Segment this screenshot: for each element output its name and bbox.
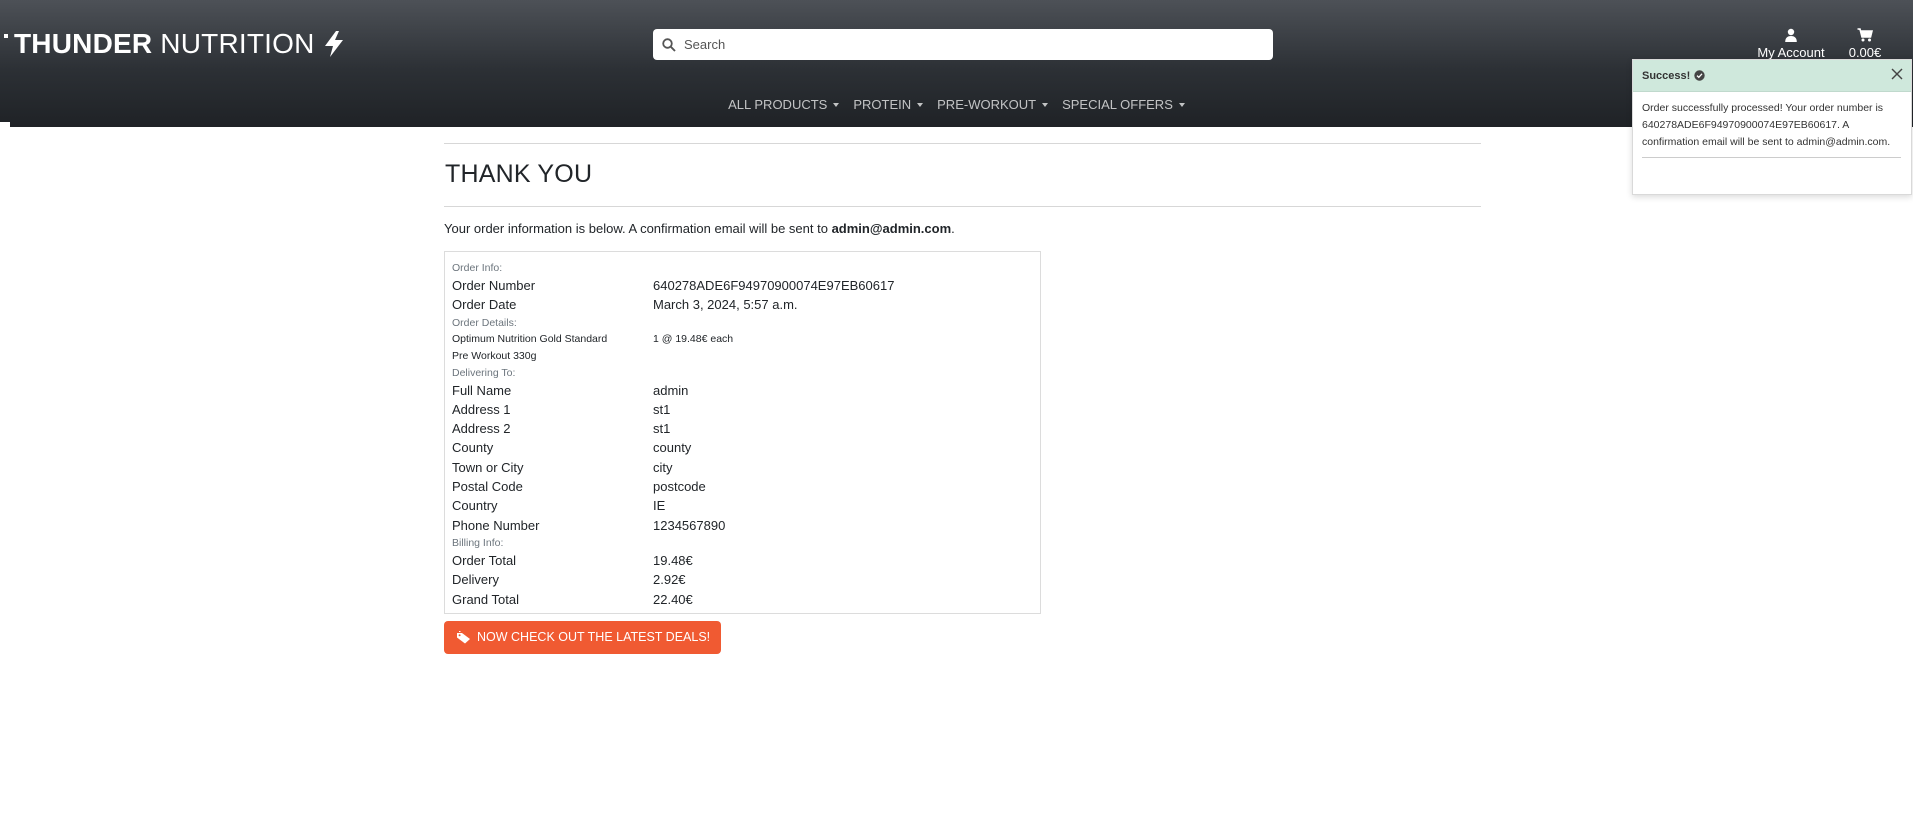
billing-info-label: Billing Info:	[452, 536, 504, 549]
order-line-item: Optimum Nutrition Gold Standard Pre Work…	[452, 331, 1040, 365]
delivery-row: Postal Code postcode	[452, 477, 1040, 496]
intro-email: admin@admin.com	[831, 221, 952, 236]
order-number-value: 640278ADE6F94970900074E97EB60617	[653, 278, 895, 293]
bolt-icon	[323, 31, 345, 57]
brand-name-bold: THUNDER	[14, 28, 153, 59]
row-key: Phone Number	[452, 517, 540, 533]
nav-label: PRE-WORKOUT	[937, 97, 1037, 112]
search-icon	[662, 37, 676, 52]
caret-down-icon	[917, 102, 924, 107]
brand-name-light: NUTRITION	[160, 28, 315, 59]
close-icon[interactable]	[1889, 66, 1905, 82]
page-title: THANK YOU	[445, 160, 593, 188]
header-edge-mark	[0, 122, 10, 127]
row-key: Address 1	[452, 401, 511, 417]
success-toast: Success! Order successfully processed! Y…	[1632, 59, 1912, 195]
item-name-line2: Pre Workout 330g	[452, 349, 537, 362]
my-account-label: My Account	[1757, 45, 1825, 60]
nav-special-offers[interactable]: SPECIAL OFFERS	[1055, 97, 1192, 112]
checkout-success-content: THANK YOU Your order information is belo…	[444, 143, 1481, 654]
nav-label: PROTEIN	[853, 97, 912, 112]
latest-deals-button[interactable]: NOW CHECK OUT THE LATEST DEALS!	[444, 620, 722, 654]
row-value: 2.92€	[653, 572, 686, 588]
intro-prefix: Your order information is below. A confi…	[444, 221, 832, 236]
billing-row: Grand Total 22.40€	[452, 590, 1040, 609]
row-key: Delivery	[452, 572, 499, 588]
user-icon	[1752, 28, 1830, 44]
toast-title: Success!	[1642, 69, 1691, 82]
order-info-label: Order Info:	[452, 262, 503, 274]
nav-all-products[interactable]: ALL PRODUCTS	[721, 97, 846, 112]
delivery-row: Town or City city	[452, 458, 1040, 477]
order-number-row: Order Number 640278ADE6F94970900074E97EB…	[452, 276, 1040, 295]
delivering-to-label: Delivering To:	[452, 366, 516, 379]
delivery-row: Address 2 st1	[452, 419, 1040, 438]
row-value: 19.48€	[653, 552, 693, 568]
row-key: Grand Total	[452, 591, 519, 607]
site-header: THUNDER NUTRITION My Account	[0, 0, 1913, 127]
caret-down-icon	[833, 102, 840, 107]
row-key: Order Total	[452, 552, 517, 568]
order-details-label: Order Details:	[452, 316, 517, 329]
search-bar[interactable]	[653, 29, 1273, 60]
row-value: 22.40€	[653, 591, 693, 607]
delivery-row: County county	[452, 438, 1040, 457]
row-key: Order Number	[452, 278, 536, 293]
intro-text: Your order information is below. A confi…	[444, 221, 1481, 236]
row-key: Postal Code	[452, 479, 523, 495]
toast-divider	[1642, 157, 1901, 158]
delivery-row: Phone Number 1234567890	[452, 516, 1040, 535]
caret-down-icon	[1042, 102, 1049, 107]
billing-row: Delivery 2.92€	[452, 570, 1040, 589]
delivery-row: Country IE	[452, 496, 1040, 515]
toast-header: Success!	[1633, 60, 1911, 92]
toast-message: Order successfully processed! Your order…	[1642, 102, 1891, 148]
nav-protein[interactable]: PROTEIN	[846, 97, 930, 112]
row-value: admin	[653, 382, 689, 398]
nav-pre-workout[interactable]: PRE-WORKOUT	[930, 97, 1055, 112]
row-key: Country	[452, 498, 498, 514]
row-value: county	[653, 440, 692, 456]
brand-logo[interactable]: THUNDER NUTRITION	[4, 28, 345, 60]
order-summary-card: Order Info: Order Number 640278ADE6F9497…	[444, 251, 1041, 614]
search-input[interactable]	[682, 36, 1242, 53]
order-date-row: Order Date March 3, 2024, 5:57 a.m.	[452, 295, 1040, 314]
row-value: 1234567890	[653, 517, 726, 533]
row-value: postcode	[653, 479, 706, 495]
divider	[444, 143, 1481, 144]
cart-link[interactable]: 0.00€	[1843, 28, 1887, 60]
order-date-value: March 3, 2024, 5:57 a.m.	[653, 297, 798, 313]
item-name: Optimum Nutrition Gold Standard Pre Work…	[452, 331, 653, 365]
row-key: Order Date	[452, 297, 517, 313]
billing-row: Order Total 19.48€	[452, 551, 1040, 570]
row-key: County	[452, 440, 494, 456]
row-value: city	[653, 459, 673, 475]
row-key: Full Name	[452, 382, 512, 398]
tag-icon	[456, 630, 471, 644]
delivery-row: Address 1 st1	[452, 400, 1040, 419]
delivery-row: Full Name admin	[452, 381, 1040, 400]
row-value: IE	[653, 498, 666, 514]
divider	[444, 206, 1481, 207]
nav-label: SPECIAL OFFERS	[1062, 97, 1173, 112]
row-value: st1	[653, 421, 671, 437]
row-value: st1	[653, 401, 671, 417]
row-key: Town or City	[452, 459, 524, 475]
caret-down-icon	[1178, 102, 1185, 107]
latest-deals-label: NOW CHECK OUT THE LATEST DEALS!	[477, 630, 711, 645]
my-account-link[interactable]: My Account	[1752, 28, 1830, 60]
nav-label: ALL PRODUCTS	[728, 97, 828, 112]
cart-icon	[1843, 28, 1887, 44]
item-name-line1: Optimum Nutrition Gold Standard	[452, 332, 608, 345]
check-circle-icon	[1694, 70, 1706, 81]
item-quantity: 1 @ 19.48€ each	[653, 332, 734, 345]
main-nav: ALL PRODUCTS PROTEIN PRE-WORKOUT SPECIAL…	[0, 97, 1913, 112]
cart-total: 0.00€	[1848, 45, 1882, 60]
brand-dot	[4, 34, 8, 38]
intro-suffix: .	[951, 221, 955, 236]
row-key: Address 2	[452, 421, 511, 437]
